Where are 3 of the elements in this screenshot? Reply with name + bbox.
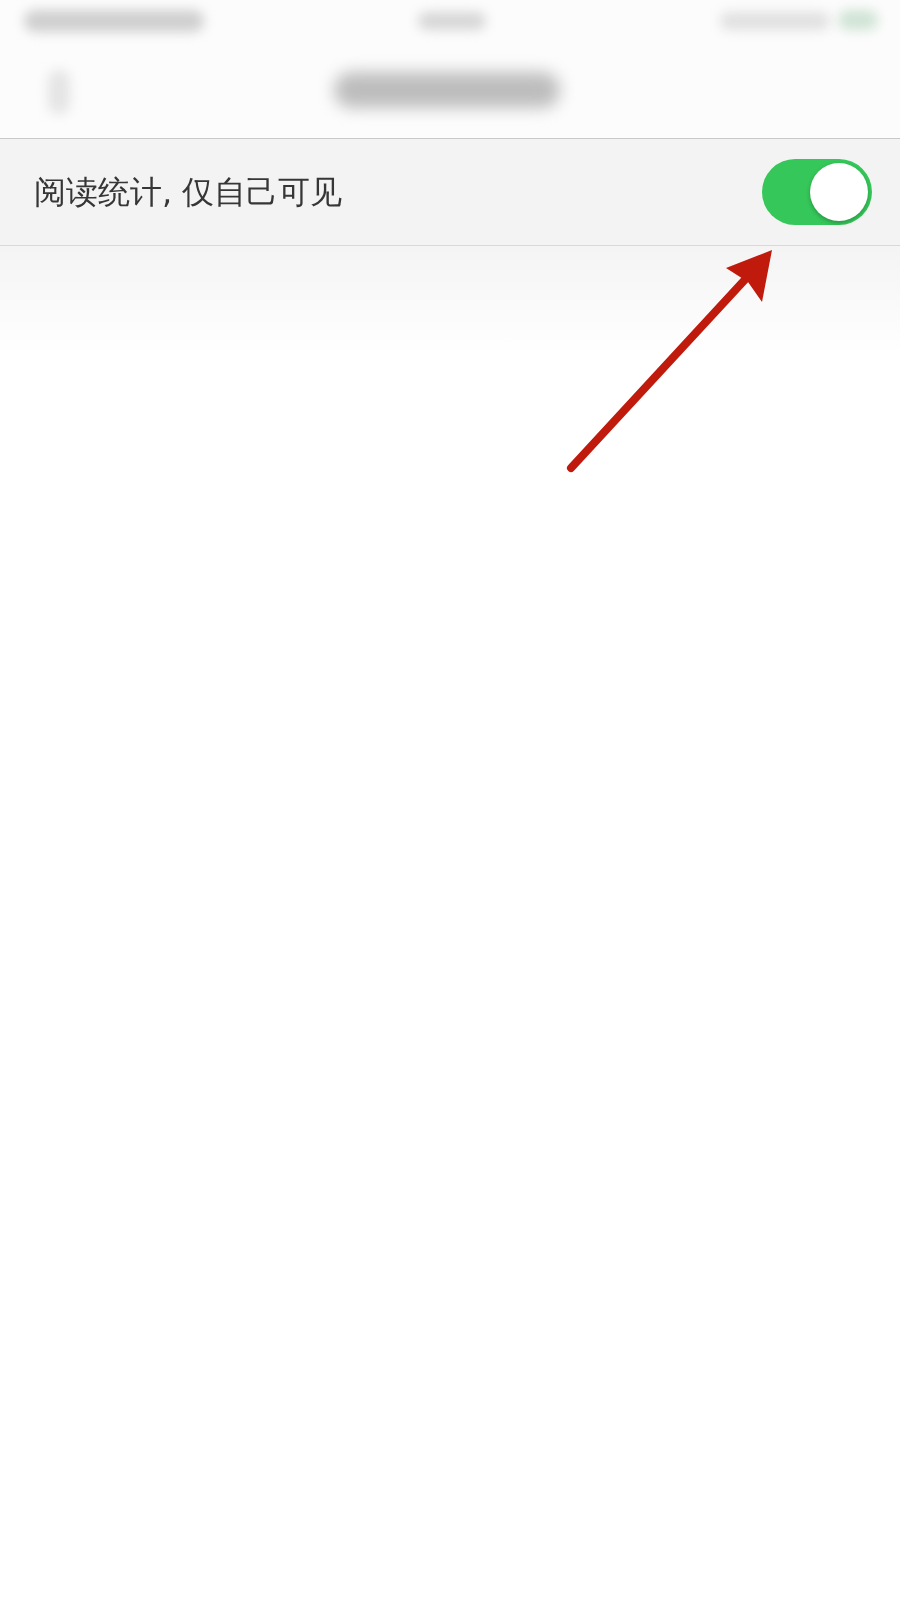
- blurred-clock: [418, 12, 486, 30]
- blurred-battery-icon: [838, 10, 878, 30]
- setting-label: 阅读统计, 仅自己可见: [34, 172, 343, 212]
